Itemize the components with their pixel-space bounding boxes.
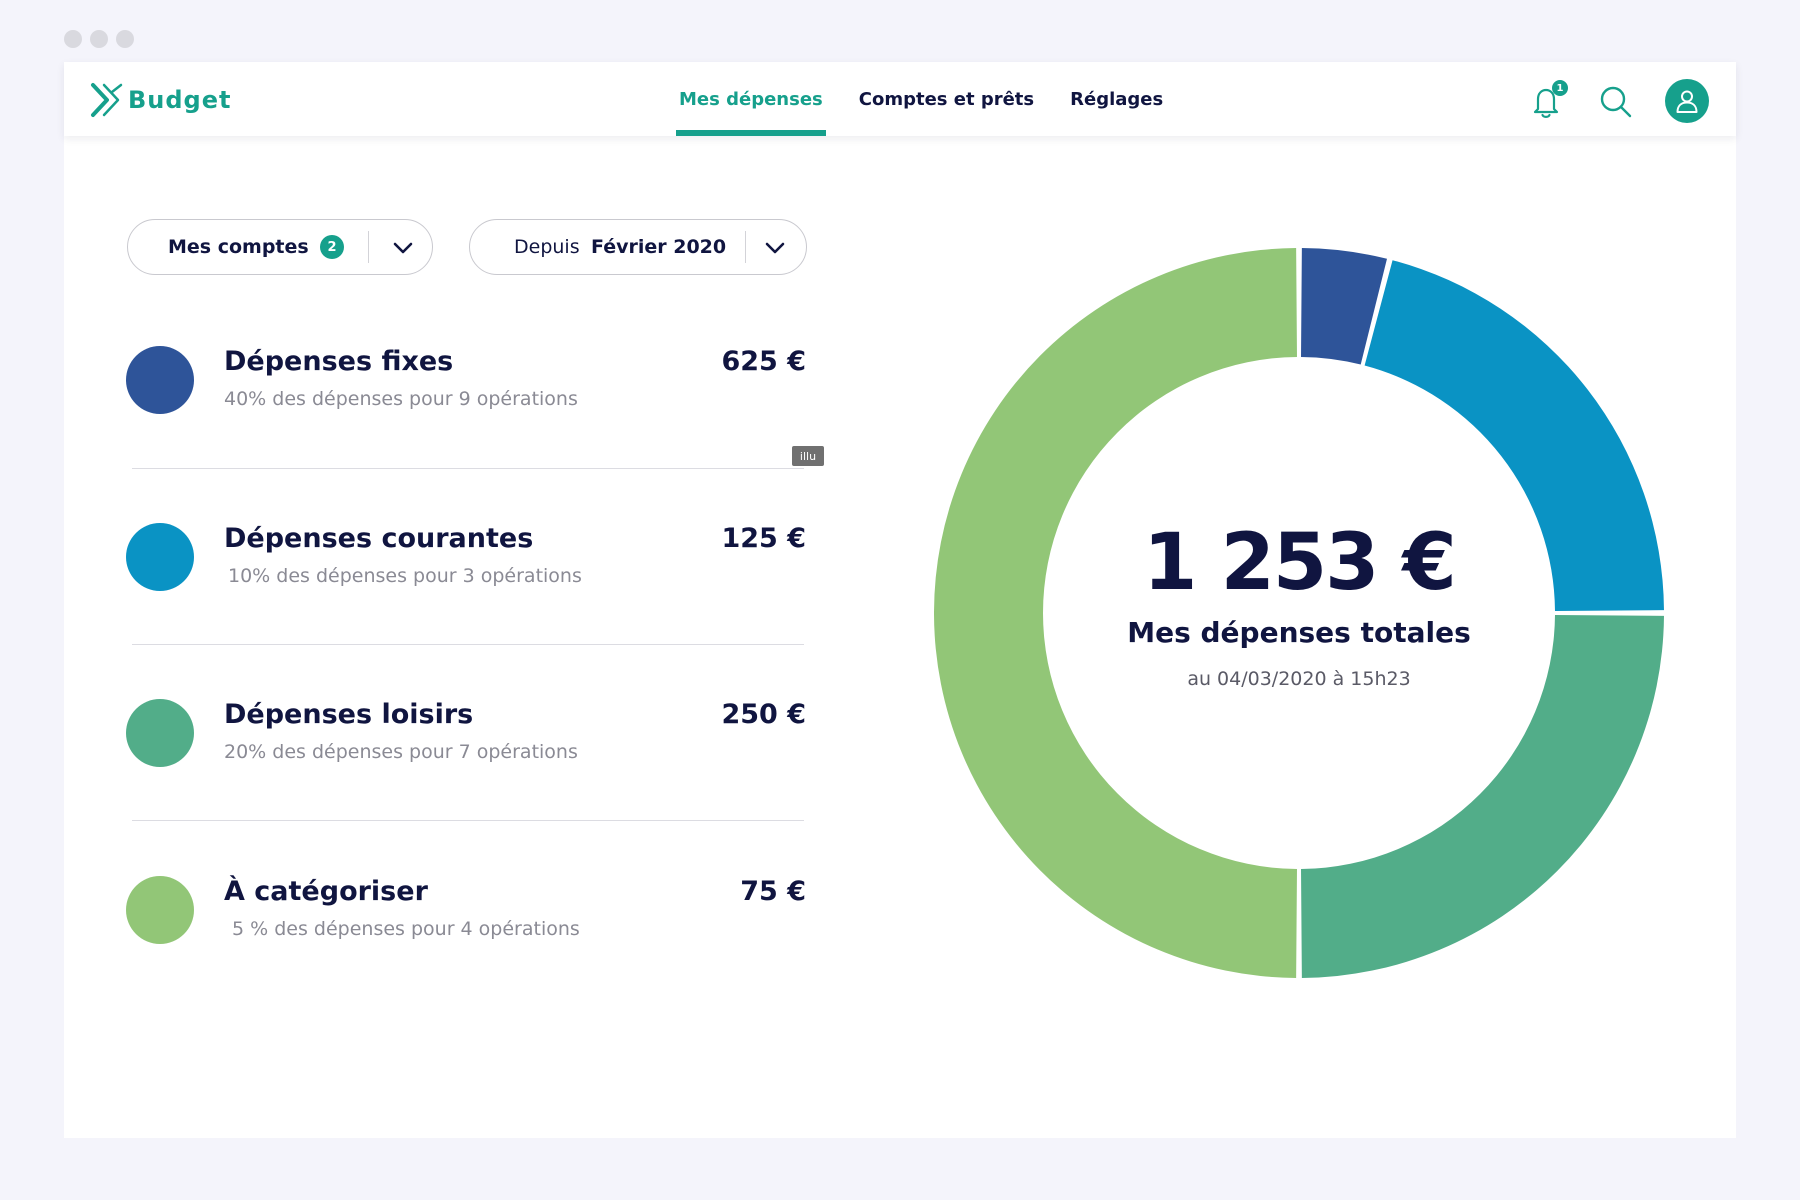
dropdown-separator [368, 231, 369, 263]
logo[interactable]: Budget [90, 82, 232, 118]
category-title: Dépenses courantes [224, 523, 534, 554]
user-avatar-button[interactable] [1665, 79, 1709, 123]
notification-badge: 1 [1552, 80, 1568, 96]
category-color-dot [126, 346, 194, 414]
category-subtitle: 20% des dépenses pour 7 opérations [224, 741, 578, 763]
row-divider [132, 468, 804, 469]
category-title: Dépenses fixes [224, 346, 454, 377]
category-row-courantes[interactable]: Dépenses courantes 10% des dépenses pour… [126, 523, 806, 643]
period-filter-value: Février 2020 [591, 236, 727, 258]
category-color-dot [126, 523, 194, 591]
window-controls [64, 30, 134, 48]
tab-mes-depenses[interactable]: Mes dépenses [676, 62, 826, 136]
category-amount: 625 € [721, 346, 806, 377]
dropdown-separator [745, 231, 746, 263]
category-subtitle: 5 % des dépenses pour 4 opérations [232, 918, 580, 940]
user-icon [1676, 90, 1698, 113]
category-amount: 250 € [721, 699, 806, 730]
window-dot-close[interactable] [64, 30, 82, 48]
category-subtitle: 40% des dépenses pour 9 opérations [224, 388, 578, 410]
period-filter-prefix: Depuis [514, 236, 580, 258]
illustration-tag: illu [792, 446, 824, 466]
logo-text: Budget [128, 86, 232, 114]
accounts-count-badge: 2 [320, 235, 344, 259]
chevron-down-icon [765, 242, 785, 254]
search-icon [1600, 86, 1632, 118]
search-button[interactable] [1598, 84, 1634, 120]
top-navigation-bar: Budget Mes dépenses Comptes et prêts Rég… [64, 62, 1736, 136]
tab-comptes-et-prets[interactable]: Comptes et prêts [858, 62, 1035, 136]
category-amount: 75 € [740, 876, 806, 907]
total-date: au 04/03/2020 à 15h23 [1187, 668, 1411, 690]
accounts-filter-label: Mes comptes [168, 236, 309, 258]
app-window: Budget Mes dépenses Comptes et prêts Rég… [64, 62, 1736, 1138]
notifications-button[interactable]: 1 [1530, 80, 1568, 122]
category-color-dot [126, 876, 194, 944]
window-dot-minimize[interactable] [90, 30, 108, 48]
category-row-a-categoriser[interactable]: À catégoriser 5 % des dépenses pour 4 op… [126, 876, 806, 996]
category-row-loisirs[interactable]: Dépenses loisirs 20% des dépenses pour 7… [126, 699, 806, 819]
category-row-fixes[interactable]: Dépenses fixes 40% des dépenses pour 9 o… [126, 346, 806, 466]
category-amount: 125 € [721, 523, 806, 554]
window-dot-maximize[interactable] [116, 30, 134, 48]
row-divider [132, 644, 804, 645]
category-title: À catégoriser [224, 876, 428, 907]
accounts-filter-dropdown[interactable]: Mes comptes 2 [127, 219, 433, 275]
logo-icon [91, 83, 123, 117]
category-color-dot [126, 699, 194, 767]
row-divider [132, 820, 804, 821]
donut-center: 1 253 € Mes dépenses totales au 04/03/20… [934, 248, 1664, 978]
period-filter-dropdown[interactable]: Depuis Février 2020 [469, 219, 807, 275]
tab-reglages[interactable]: Réglages [1069, 62, 1164, 136]
category-title: Dépenses loisirs [224, 699, 474, 730]
total-label: Mes dépenses totales [1127, 616, 1471, 649]
category-subtitle: 10% des dépenses pour 3 opérations [228, 565, 582, 587]
main-nav: Mes dépenses Comptes et prêts Réglages [676, 62, 1198, 136]
chevron-down-icon [393, 242, 413, 254]
total-amount: 1 253 € [1143, 518, 1457, 608]
